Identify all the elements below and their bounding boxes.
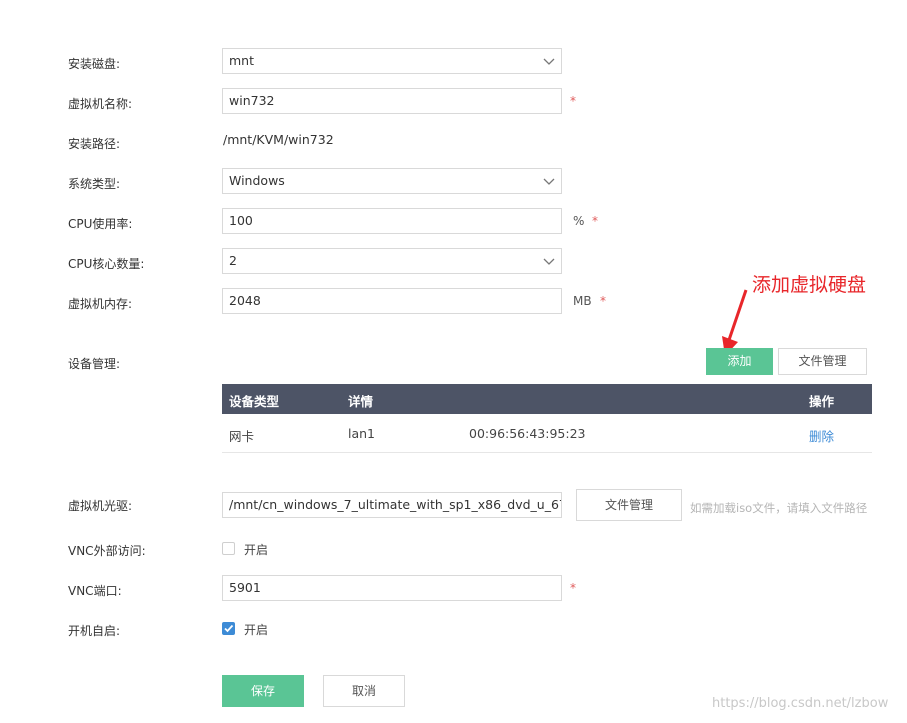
autostart-checkbox[interactable]: [222, 622, 235, 635]
install-path-label: 安装路径:: [68, 137, 121, 151]
cpu-usage-required-mark: *: [592, 214, 598, 228]
vnc-port-label: VNC端口:: [68, 584, 122, 598]
memory-unit: MB: [573, 294, 592, 308]
device-table-header: 设备类型 详情 操作: [222, 384, 872, 414]
disk-select-value: mnt: [229, 53, 254, 68]
cpu-usage-value: 100: [229, 213, 253, 228]
column-details: 详情: [348, 394, 374, 409]
device-file-manage-button[interactable]: 文件管理: [778, 348, 867, 375]
cdrom-input[interactable]: /mnt/cn_windows_7_ultimate_with_sp1_x86_…: [222, 492, 562, 518]
device-mac-cell: 00:96:56:43:95:23: [469, 426, 586, 441]
cancel-button[interactable]: 取消: [323, 675, 405, 707]
vm-name-input[interactable]: win732: [222, 88, 562, 114]
column-actions: 操作: [809, 394, 835, 409]
vm-name-value: win732: [229, 93, 275, 108]
autostart-option-label: 开启: [244, 623, 269, 637]
delete-device-link[interactable]: 删除: [809, 426, 834, 445]
cpu-cores-select[interactable]: 2: [222, 248, 562, 274]
save-button[interactable]: 保存: [222, 675, 304, 707]
device-name-cell: lan1: [348, 426, 376, 441]
vnc-port-required-mark: *: [570, 581, 576, 595]
vnc-port-input[interactable]: 5901: [222, 575, 562, 601]
cpu-cores-value: 2: [229, 253, 237, 268]
memory-input[interactable]: 2048: [222, 288, 562, 314]
vnc-external-option-label: 开启: [244, 543, 269, 557]
vm-name-required-mark: *: [570, 94, 576, 108]
disk-label: 安装磁盘:: [68, 57, 121, 71]
memory-value: 2048: [229, 293, 261, 308]
cdrom-hint: 如需加载iso文件，请填入文件路径: [690, 501, 868, 515]
device-type-cell: 网卡: [229, 429, 255, 444]
chevron-down-icon: [543, 58, 555, 65]
vnc-external-label: VNC外部访问:: [68, 544, 146, 558]
column-device-type: 设备类型: [229, 394, 280, 409]
cpu-usage-input[interactable]: 100: [222, 208, 562, 234]
cdrom-value: /mnt/cn_windows_7_ultimate_with_sp1_x86_…: [229, 497, 562, 512]
os-type-label: 系统类型:: [68, 177, 121, 191]
cpu-cores-label: CPU核心数量:: [68, 257, 145, 271]
disk-select[interactable]: mnt: [222, 48, 562, 74]
annotation-text: 添加虚拟硬盘: [752, 274, 867, 296]
chevron-down-icon: [543, 178, 555, 185]
vnc-external-checkbox[interactable]: [222, 542, 235, 555]
vm-name-label: 虚拟机名称:: [68, 97, 133, 111]
cdrom-file-manage-button[interactable]: 文件管理: [576, 489, 682, 521]
cpu-usage-unit: %: [573, 214, 585, 228]
memory-required-mark: *: [600, 294, 606, 308]
memory-label: 虚拟机内存:: [68, 297, 133, 311]
checkmark-icon: [224, 624, 234, 633]
os-type-value: Windows: [229, 173, 285, 188]
devices-label: 设备管理:: [68, 357, 121, 371]
watermark: https://blog.csdn.net/lzbow: [712, 696, 889, 711]
cpu-usage-label: CPU使用率:: [68, 217, 133, 231]
chevron-down-icon: [543, 258, 555, 265]
cdrom-label: 虚拟机光驱:: [68, 499, 133, 513]
add-device-button[interactable]: 添加: [706, 348, 773, 375]
os-type-select[interactable]: Windows: [222, 168, 562, 194]
autostart-label: 开机自启:: [68, 624, 121, 638]
table-row: 网卡 lan1 00:96:56:43:95:23 删除: [222, 414, 872, 453]
vnc-port-value: 5901: [229, 580, 261, 595]
install-path-value: /mnt/KVM/win732: [223, 132, 334, 147]
